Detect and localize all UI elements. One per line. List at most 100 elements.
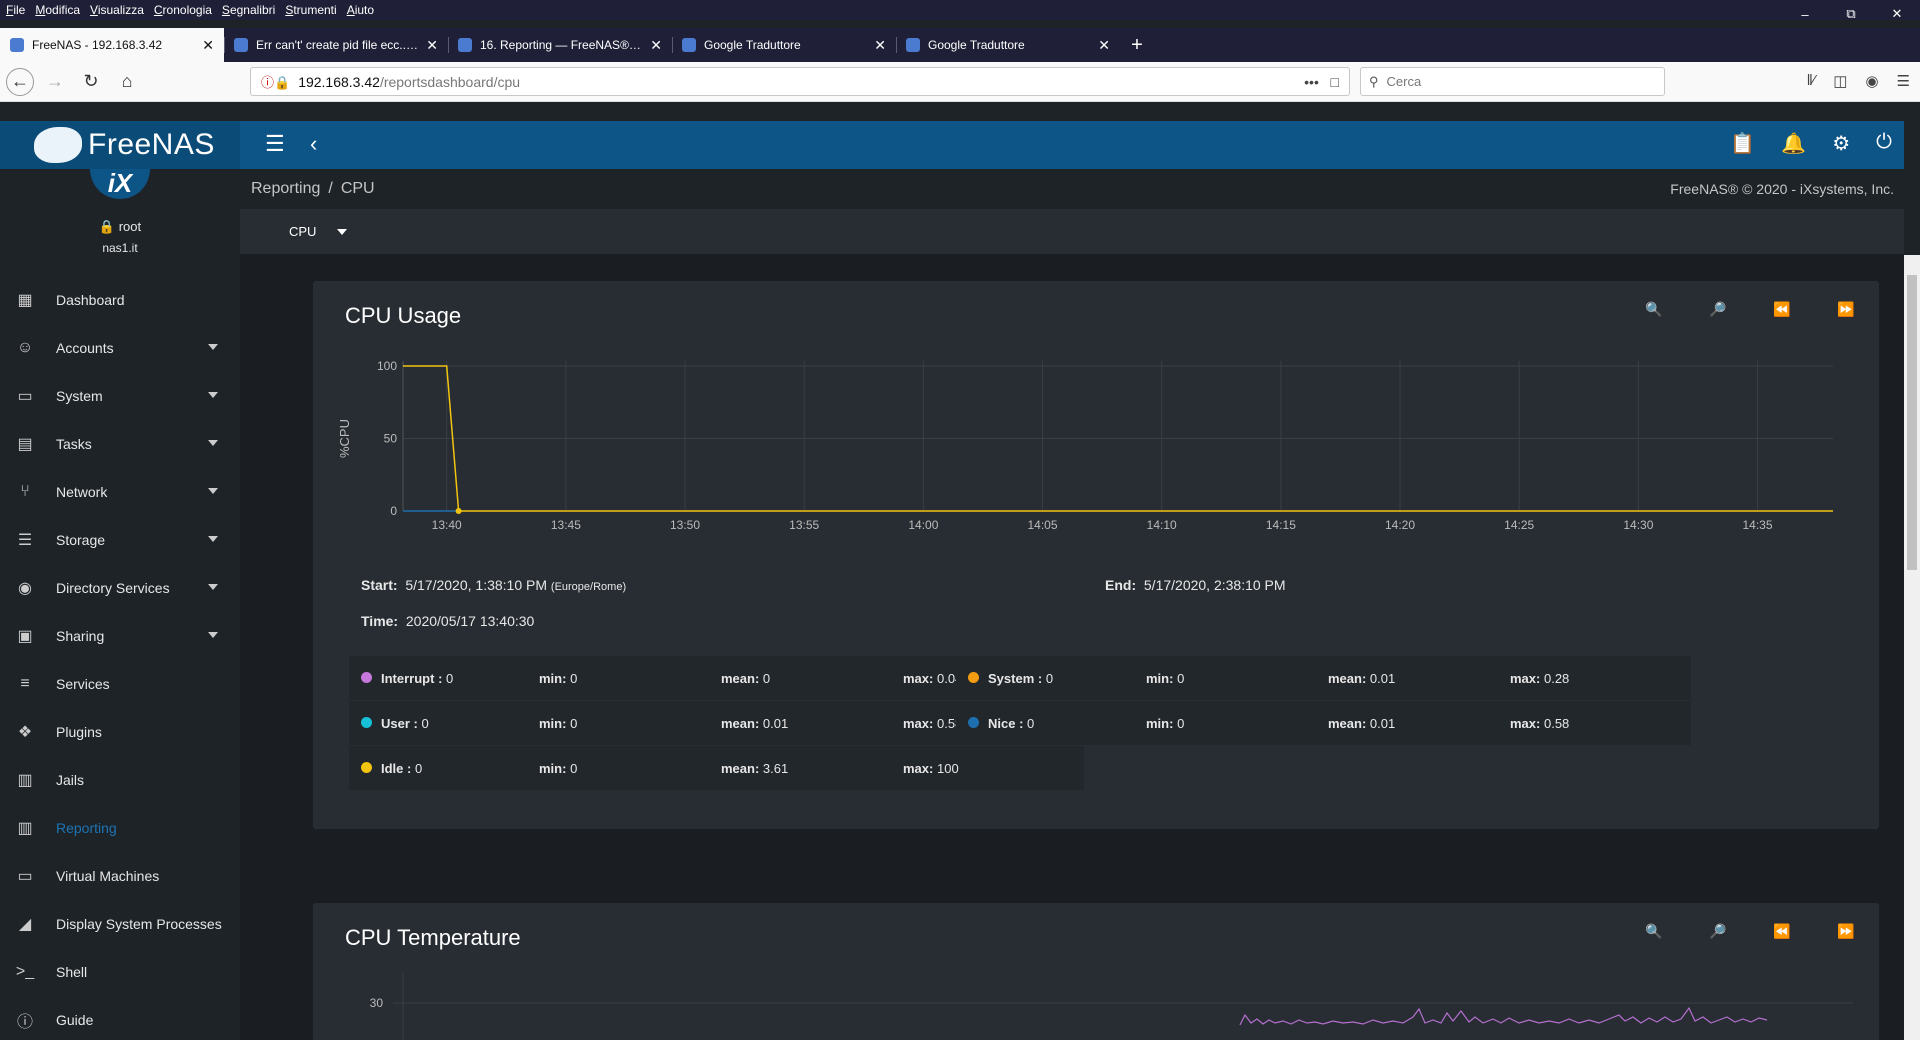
sidebar-item-guide[interactable]: ⓘ Guide bbox=[0, 996, 240, 1040]
close-tab-icon[interactable]: ✕ bbox=[1098, 37, 1110, 54]
back-icon[interactable]: ← bbox=[6, 67, 34, 96]
window-controls: – ⧉ ✕ bbox=[1782, 0, 1920, 28]
chevron-down-icon[interactable] bbox=[208, 344, 218, 350]
sidebar-item-network[interactable]: ⑂ Network bbox=[0, 468, 240, 516]
zoom-out-icon[interactable]: 🔎 bbox=[1705, 923, 1731, 940]
sidebar-item-display-system-processes[interactable]: ◢ Display System Processes bbox=[0, 900, 240, 948]
minimize-icon[interactable]: – bbox=[1782, 0, 1828, 28]
search-input[interactable]: ⚲ Cerca bbox=[1360, 67, 1665, 96]
chevron-down-icon[interactable] bbox=[208, 632, 218, 638]
time-value: 2020/05/17 13:40:30 bbox=[405, 613, 535, 629]
restore-icon[interactable]: ⧉ bbox=[1828, 0, 1874, 28]
legend-row-nice[interactable]: Nice : 0 min: 0 mean: 0.01 max: 0.58 bbox=[956, 701, 1691, 745]
sidebar-item-label: Shell bbox=[56, 964, 88, 980]
power-icon[interactable]: ⏻ bbox=[1876, 131, 1892, 156]
close-tab-icon[interactable]: ✕ bbox=[426, 37, 438, 54]
breadcrumb-parent[interactable]: Reporting bbox=[251, 180, 320, 198]
puzzle-icon: ❖ bbox=[17, 724, 33, 741]
zoom-out-icon[interactable]: 🔎 bbox=[1705, 301, 1731, 318]
reload-icon[interactable]: ↻ bbox=[76, 67, 106, 97]
page-scrollbar[interactable] bbox=[1904, 255, 1920, 1040]
sidebar-item-storage[interactable]: ☰ Storage bbox=[0, 516, 240, 564]
sidebar-item-reporting[interactable]: ▥ Reporting bbox=[0, 804, 240, 852]
close-tab-icon[interactable]: ✕ bbox=[202, 37, 214, 54]
menu-item[interactable]: Aiuto bbox=[347, 3, 374, 17]
report-type-select[interactable]: CPU bbox=[289, 224, 348, 239]
menu-item[interactable]: File bbox=[6, 3, 25, 17]
zoom-in-icon[interactable]: 🔍 bbox=[1641, 923, 1667, 940]
close-tab-icon[interactable]: ✕ bbox=[650, 37, 662, 54]
legend-min: min: 0 bbox=[539, 671, 578, 686]
menu-item[interactable]: Strumenti bbox=[285, 3, 336, 17]
cpu-usage-chart[interactable]: 0 50 100 13:40 13:45 13:50 13:55 14:00 14:05 14:1… bbox=[323, 351, 1863, 551]
sidebar-item-plugins[interactable]: ❖ Plugins bbox=[0, 708, 240, 756]
sidebar-item-directory-services[interactable]: ◉ Directory Services bbox=[0, 564, 240, 612]
account-icon[interactable]: ◉ bbox=[1865, 72, 1878, 90]
cpu-usage-card: CPU Usage 🔍 🔎 ⏪ ⏩ 0 50 100 13:40 13:45 13:50 1… bbox=[313, 281, 1879, 829]
menu-item[interactable]: Cronologia bbox=[154, 3, 212, 17]
scrollbar-thumb[interactable] bbox=[1907, 275, 1917, 570]
library-icon[interactable]: ‖⁄ bbox=[1807, 72, 1816, 90]
home-icon[interactable]: ⌂ bbox=[112, 67, 142, 97]
page-actions-icon[interactable]: ••• □ bbox=[1304, 74, 1339, 90]
url-path: /reportsdashboard/cpu bbox=[379, 73, 521, 90]
menu-item[interactable]: Segnalibri bbox=[222, 3, 275, 17]
zoom-in-icon[interactable]: 🔍 bbox=[1641, 301, 1667, 318]
close-tab-icon[interactable]: ✕ bbox=[874, 37, 886, 54]
chevron-down-icon[interactable] bbox=[208, 392, 218, 398]
menu-icon[interactable]: ☰ bbox=[1897, 72, 1910, 90]
sidebar-item-virtual-machines[interactable]: ▭ Virtual Machines bbox=[0, 852, 240, 900]
freenas-logo[interactable]: FreeNAS bbox=[0, 121, 240, 169]
url-bar[interactable]: ⓘ🔒 192.168.3.42/reportsdashboard/cpu •••… bbox=[250, 67, 1350, 96]
sidebar-item-shell[interactable]: >_ Shell bbox=[0, 948, 240, 996]
tab-title: Err can't' create pid file ecc.... in bbox=[256, 38, 419, 52]
menu-item[interactable]: Modifica bbox=[35, 3, 80, 17]
cpu-temperature-chart[interactable]: 30 bbox=[323, 973, 1863, 1040]
browser-tab[interactable]: Google Traduttore ✕ bbox=[672, 28, 896, 62]
legend-row-system[interactable]: System : 0 min: 0 mean: 0.01 max: 0.28 bbox=[956, 656, 1691, 700]
legend-min: min: 0 bbox=[539, 761, 578, 776]
sidebar-item-dashboard[interactable]: ▦ Dashboard bbox=[0, 276, 240, 324]
tab-title: Google Traduttore bbox=[704, 38, 801, 52]
sidebar-item-accounts[interactable]: ☺ Accounts bbox=[0, 324, 240, 372]
sidebar-item-services[interactable]: ≡ Services bbox=[0, 660, 240, 708]
end-label: End: bbox=[1105, 577, 1137, 593]
end-info: End: 5/17/2020, 2:38:10 PM bbox=[1105, 577, 1286, 593]
menu-item[interactable]: Visualizza bbox=[90, 3, 144, 17]
y-axis-label: %CPU bbox=[337, 419, 352, 458]
sidebar-item-tasks[interactable]: ▤ Tasks bbox=[0, 420, 240, 468]
bell-icon[interactable]: 🔔 bbox=[1781, 131, 1806, 156]
chevron-down-icon[interactable] bbox=[208, 536, 218, 542]
step-back-icon[interactable]: ⏪ bbox=[1769, 923, 1795, 940]
chevron-left-icon[interactable]: ‹ bbox=[310, 131, 317, 157]
start-value: 5/17/2020, 1:38:10 PM bbox=[405, 577, 548, 593]
sidebar-toggle-icon[interactable]: ◫ bbox=[1833, 72, 1847, 90]
step-forward-icon[interactable]: ⏩ bbox=[1833, 923, 1859, 940]
forward-icon[interactable]: → bbox=[40, 67, 70, 97]
sidebar-item-system[interactable]: ▭ System bbox=[0, 372, 240, 420]
x-tick-label: 14:05 bbox=[1028, 518, 1058, 532]
legend-row-idle[interactable]: Idle : 0 min: 0 mean: 3.61 max: 100 bbox=[349, 746, 1084, 790]
step-back-icon[interactable]: ⏪ bbox=[1769, 301, 1795, 318]
x-tick-label: 13:40 bbox=[432, 518, 462, 532]
sidebar-item-jails[interactable]: ▥ Jails bbox=[0, 756, 240, 804]
insecure-lock-icon[interactable]: ⓘ🔒 bbox=[261, 72, 290, 91]
chevron-down-icon[interactable] bbox=[208, 440, 218, 446]
new-tab-icon[interactable]: + bbox=[1120, 28, 1154, 62]
x-tick-label: 14:25 bbox=[1504, 518, 1534, 532]
legend-mean: mean: 0.01 bbox=[1328, 671, 1396, 686]
close-window-icon[interactable]: ✕ bbox=[1874, 0, 1920, 28]
browser-tab[interactable]: FreeNAS - 192.168.3.42 ✕ bbox=[0, 28, 224, 62]
gear-icon[interactable]: ⚙ bbox=[1832, 131, 1850, 156]
clipboard-icon[interactable]: 📋 bbox=[1730, 131, 1755, 156]
url-host: 192.168.3.42 bbox=[298, 73, 380, 90]
hamburger-menu-icon[interactable]: ☰ bbox=[265, 131, 285, 157]
chevron-down-icon[interactable] bbox=[208, 488, 218, 494]
legend-max: max: 0.58 bbox=[903, 716, 963, 731]
browser-tab[interactable]: Err can't' create pid file ecc.... in ✕ bbox=[224, 28, 448, 62]
sidebar-item-sharing[interactable]: ▣ Sharing bbox=[0, 612, 240, 660]
browser-tab[interactable]: Google Traduttore ✕ bbox=[896, 28, 1120, 62]
step-forward-icon[interactable]: ⏩ bbox=[1833, 301, 1859, 318]
chevron-down-icon[interactable] bbox=[208, 584, 218, 590]
browser-tab[interactable]: 16. Reporting — FreeNAS®11.3 ✕ bbox=[448, 28, 672, 62]
